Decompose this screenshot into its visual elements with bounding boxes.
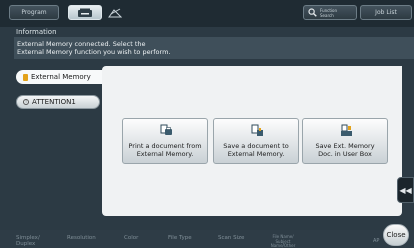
external-memory-panel: Print a document from External Memory. S… xyxy=(102,66,402,216)
scan-icon xyxy=(108,8,122,17)
function-search-button[interactable]: Function Search xyxy=(303,5,357,20)
message-bar: External Memory connected. Select the Ex… xyxy=(14,37,414,59)
sidebar-item-attention[interactable]: ! ATTENTION1 xyxy=(16,95,100,109)
program-tab-label: Program xyxy=(21,9,47,16)
file-type-setting[interactable]: File Type xyxy=(168,235,192,241)
search-icon xyxy=(308,8,317,17)
sidebar-item-label: ATTENTION1 xyxy=(32,98,76,106)
resolution-setting[interactable]: Resolution xyxy=(67,235,96,241)
sidebar-item-label: External Memory xyxy=(31,73,91,81)
information-message: External Memory connected. Select the Ex… xyxy=(17,40,171,56)
copy-icon xyxy=(78,8,92,17)
program-tab[interactable]: Program xyxy=(9,5,59,20)
save-to-user-box-button[interactable]: Save Ext. Memory Doc. in User Box xyxy=(302,118,388,164)
close-label: Close xyxy=(386,231,406,239)
sidebar-item-external-memory[interactable]: External Memory xyxy=(16,70,102,84)
job-list-label: Job List xyxy=(375,9,397,16)
action-label: Save Ext. Memory Doc. in User Box xyxy=(315,142,375,158)
function-search-label: Function Search xyxy=(320,7,338,18)
close-button[interactable]: Close xyxy=(383,224,409,246)
bottom-settings-bar: Simplex/ Duplex Resolution Color File Ty… xyxy=(0,230,414,248)
collapse-panel-handle[interactable]: ◀◀ xyxy=(397,177,414,203)
print-from-external-memory-button[interactable]: Print a document from External Memory. xyxy=(122,118,208,164)
attention-icon: ! xyxy=(23,99,29,105)
action-label: Save a document to External Memory. xyxy=(223,142,289,158)
ap-label: AP xyxy=(373,238,380,244)
print-document-icon xyxy=(160,124,172,135)
action-label: Print a document from External Memory. xyxy=(128,142,202,158)
simplex-duplex-setting[interactable]: Simplex/ Duplex xyxy=(16,235,40,247)
job-list-button[interactable]: Job List xyxy=(360,5,412,20)
copy-tab[interactable] xyxy=(68,5,102,20)
scan-size-setting[interactable]: Scan Size xyxy=(218,235,244,241)
information-label: Information xyxy=(16,28,57,36)
top-bar: Program Function Search Job List xyxy=(0,0,414,27)
file-name-setting[interactable]: File Name/ Subject Name/Other xyxy=(263,234,303,248)
save-box-icon xyxy=(341,124,352,136)
double-chevron-left-icon: ◀◀ xyxy=(399,185,412,195)
usb-icon xyxy=(23,73,28,81)
save-document-icon xyxy=(251,124,263,136)
color-setting[interactable]: Color xyxy=(124,235,138,241)
scan-tab[interactable] xyxy=(104,5,126,20)
save-to-external-memory-button[interactable]: Save a document to External Memory. xyxy=(213,118,299,164)
